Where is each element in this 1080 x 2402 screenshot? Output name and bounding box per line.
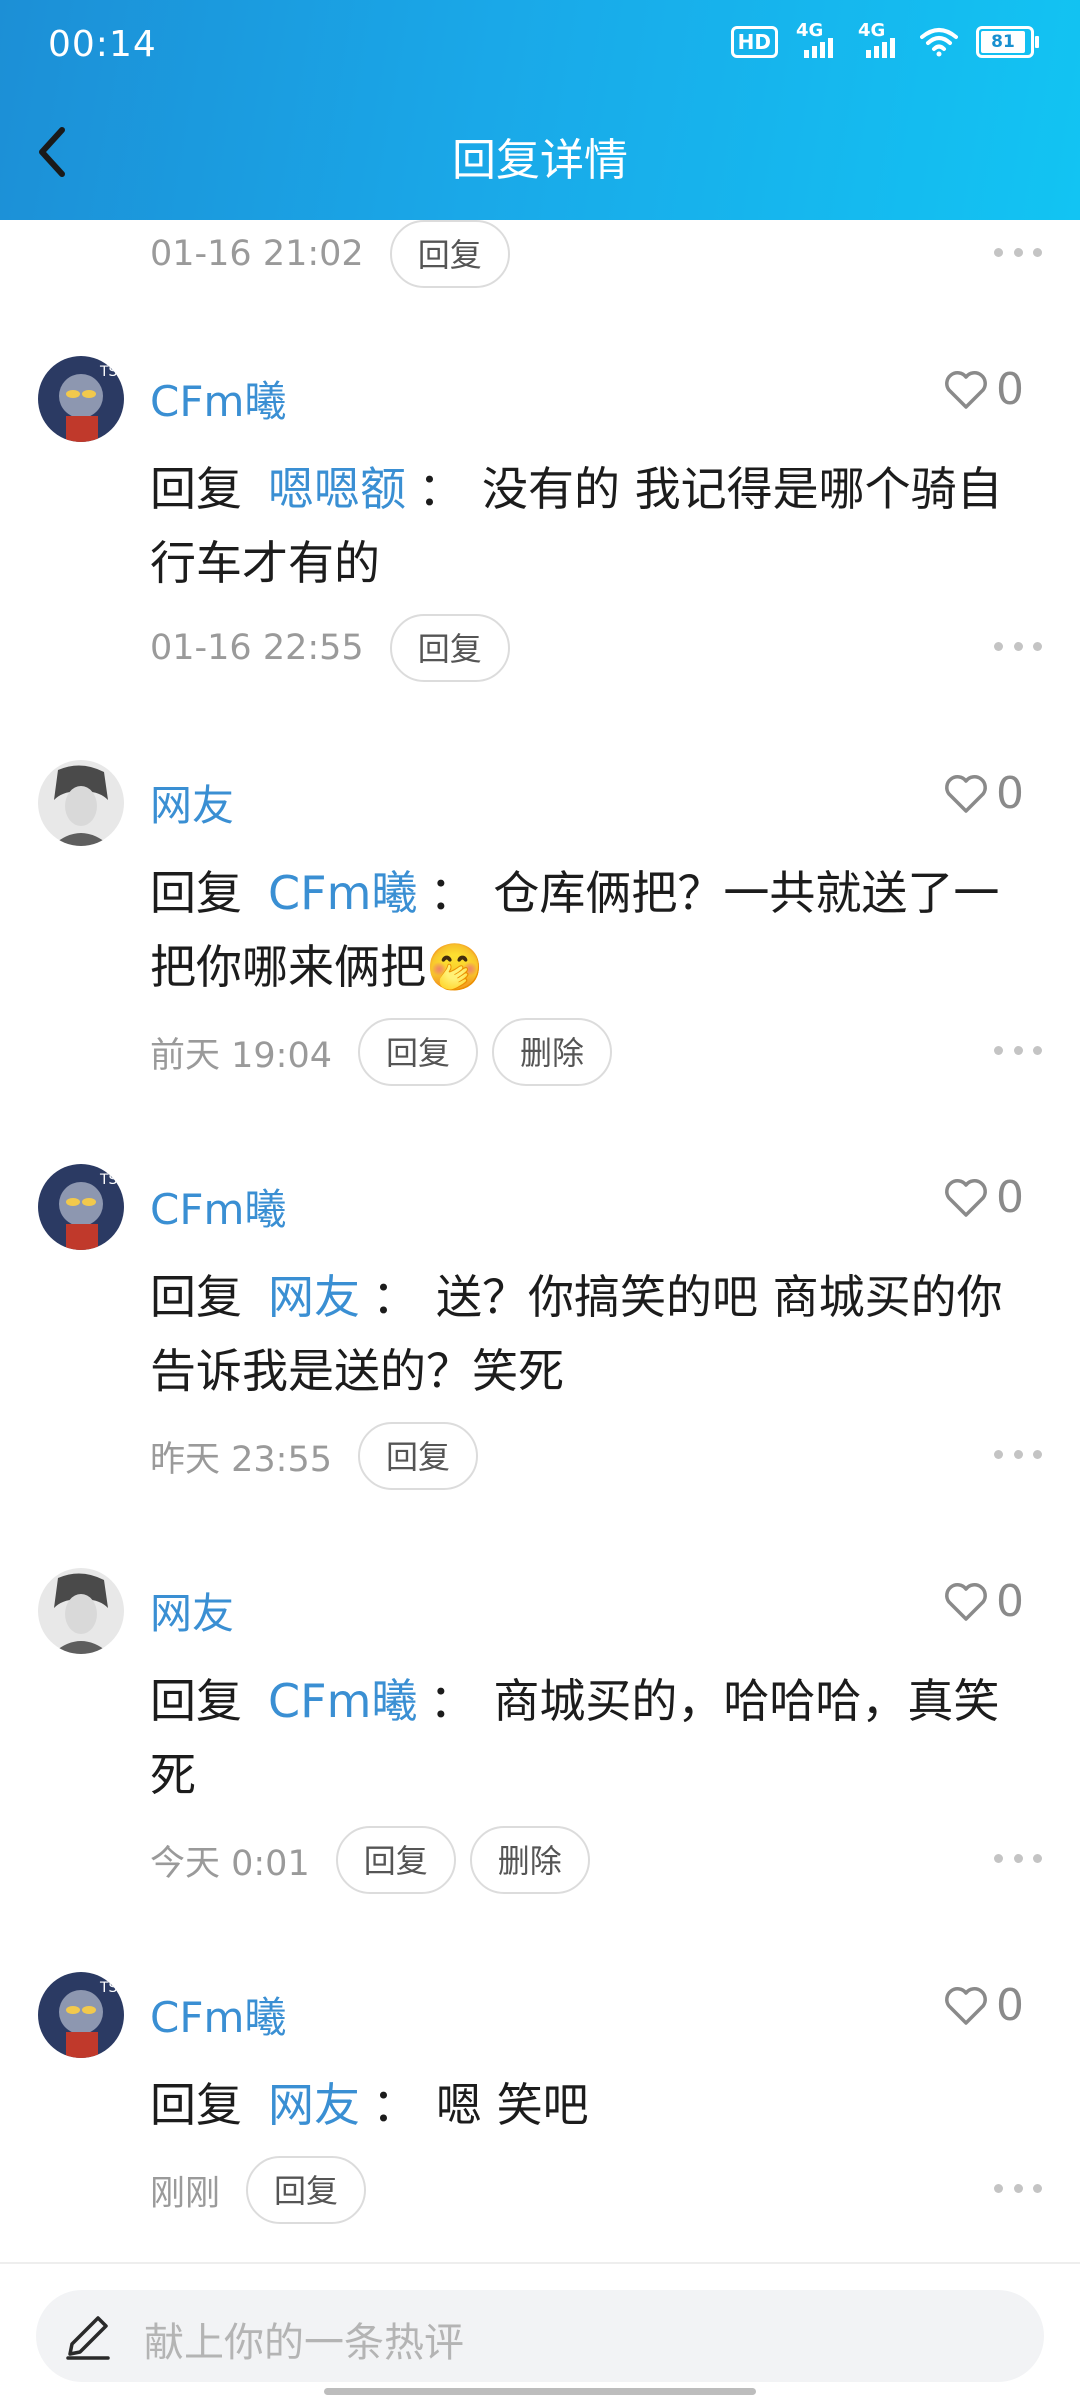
comment-time: 01-16 22:55 (150, 628, 364, 668)
comment-text: 回复 网友： 嗯 笑吧 (150, 2068, 1030, 2142)
reply-target[interactable]: CFm曦 (268, 866, 417, 920)
colon: ： (418, 462, 464, 516)
comment-body: 嗯 笑吧 (436, 2078, 589, 2132)
heart-icon (945, 1582, 987, 1621)
more-options-icon[interactable] (994, 642, 1042, 654)
like-button[interactable]: 0 (944, 364, 1024, 415)
wifi-icon (920, 28, 958, 57)
delete-button[interactable]: 删除 (469, 1826, 590, 1894)
like-button[interactable]: 0 (944, 1980, 1024, 2031)
username[interactable]: CFm曦 (150, 1176, 286, 1237)
more-options-icon[interactable] (994, 1450, 1042, 1462)
hd-icon: HD (730, 26, 778, 58)
avatar[interactable]: TSU (38, 356, 124, 442)
comment-time: 刚刚 (150, 2173, 221, 2214)
comment-text: 回复 嗯嗯额：没有的 我记得是哪个骑自行车才有的 (150, 452, 1030, 600)
comment-meta: 01-16 21:02 回复 (150, 220, 510, 288)
comment-meta: 昨天 23:55 回复 (150, 1422, 479, 1490)
avatar[interactable] (38, 760, 124, 846)
status-time: 00:14 (48, 24, 157, 65)
reply-target[interactable]: 嗯嗯额 (268, 462, 406, 516)
comment-time: 今天 0:01 (150, 1843, 310, 1884)
comment-meta: 今天 0:01 回复 删除 (150, 1826, 590, 1894)
like-count: 0 (996, 1172, 1024, 1223)
username[interactable]: CFm曦 (150, 368, 286, 429)
battery-level: 81 (981, 31, 1025, 53)
comment-meta: 刚刚 回复 (150, 2156, 367, 2224)
battery-icon: 81 (976, 26, 1039, 58)
header: 回复详情 (0, 84, 1080, 220)
status-icons: HD 4G 4G 81 (730, 20, 1039, 58)
reply-prefix: 回复 (150, 866, 242, 920)
comment-time: 前天 19:04 (150, 1035, 332, 1076)
comment-time: 01-16 21:02 (150, 234, 364, 274)
reply-target[interactable]: CFm曦 (268, 1674, 417, 1728)
colon: ： (429, 866, 476, 920)
heart-icon (945, 370, 987, 409)
reply-button[interactable]: 回复 (246, 2156, 367, 2224)
like-count: 0 (996, 768, 1024, 819)
like-button[interactable]: 0 (944, 768, 1024, 819)
reply-prefix: 回复 (150, 1270, 242, 1324)
comment-meta: 前天 19:04 回复 删除 (150, 1018, 613, 1086)
reply-button[interactable]: 回复 (335, 1826, 456, 1894)
comment-text: 回复 CFm曦：仓库俩把？一共就送了一把你哪来俩把🤭 (150, 856, 1030, 1004)
home-indicator[interactable] (324, 2388, 756, 2395)
reply-button[interactable]: 回复 (358, 1422, 479, 1490)
signal-icon: 4G (796, 20, 840, 58)
like-button[interactable]: 0 (944, 1172, 1024, 1223)
page-title: 回复详情 (452, 135, 628, 186)
colon: ： (429, 1674, 476, 1728)
like-count: 0 (996, 1576, 1024, 1627)
svg-text:TSU: TSU (99, 1980, 124, 1996)
reply-button[interactable]: 回复 (358, 1018, 479, 1086)
reply-target[interactable]: 网友 (268, 1270, 360, 1324)
comment-text: 回复 网友：送？你搞笑的吧 商城买的你告诉我是送的？笑死 (150, 1260, 1030, 1408)
username[interactable]: CFm曦 (150, 1984, 286, 2045)
username[interactable]: 网友 (150, 772, 234, 833)
more-options-icon[interactable] (994, 1854, 1042, 1866)
reply-target[interactable]: 网友 (268, 2078, 360, 2132)
comment-meta: 01-16 22:55 回复 (150, 614, 510, 682)
more-options-icon[interactable] (994, 248, 1042, 260)
status-bar: 00:14 HD 4G 4G 81 (0, 0, 1080, 84)
like-button[interactable]: 0 (944, 1576, 1024, 1627)
reply-button[interactable]: 回复 (389, 220, 510, 288)
svg-text:TSU: TSU (99, 1172, 124, 1188)
reply-prefix: 回复 (150, 462, 242, 516)
reply-button[interactable]: 回复 (389, 614, 510, 682)
reply-list[interactable]: 01-16 21:02 回复 TSU CFm曦 0 回复 嗯嗯额：没有的 我记得是… (0, 220, 1080, 2260)
reply-prefix: 回复 (150, 2078, 242, 2132)
heart-icon (945, 774, 987, 813)
signal-icon: 4G (858, 20, 902, 58)
avatar[interactable] (38, 1568, 124, 1654)
reply-prefix: 回复 (150, 1674, 242, 1728)
delete-button[interactable]: 删除 (492, 1018, 613, 1086)
top-bar: 00:14 HD 4G 4G 81 回复详情 (0, 0, 1080, 220)
comment-composer: 献上你的一条热评 (0, 2262, 1080, 2402)
like-count: 0 (996, 364, 1024, 415)
like-count: 0 (996, 1980, 1024, 2031)
more-options-icon[interactable] (994, 2184, 1042, 2196)
comment-text: 回复 CFm曦：商城买的，哈哈哈，真笑死 (150, 1664, 1030, 1812)
svg-text:TSU: TSU (99, 364, 124, 380)
input-placeholder: 献上你的一条热评 (144, 2320, 464, 2366)
heart-icon (945, 1178, 987, 1217)
avatar[interactable]: TSU (38, 1972, 124, 2058)
more-options-icon[interactable] (994, 1046, 1042, 1058)
colon: ： (372, 2078, 418, 2132)
comment-input[interactable]: 献上你的一条热评 (36, 2290, 1044, 2382)
comment-time: 昨天 23:55 (150, 1439, 332, 1480)
colon: ： (372, 1270, 418, 1324)
emoji-icon: 🤭 (426, 940, 484, 994)
avatar[interactable]: TSU (38, 1164, 124, 1250)
heart-icon (945, 1986, 987, 2025)
pen-icon (66, 2316, 110, 2360)
username[interactable]: 网友 (150, 1580, 234, 1641)
